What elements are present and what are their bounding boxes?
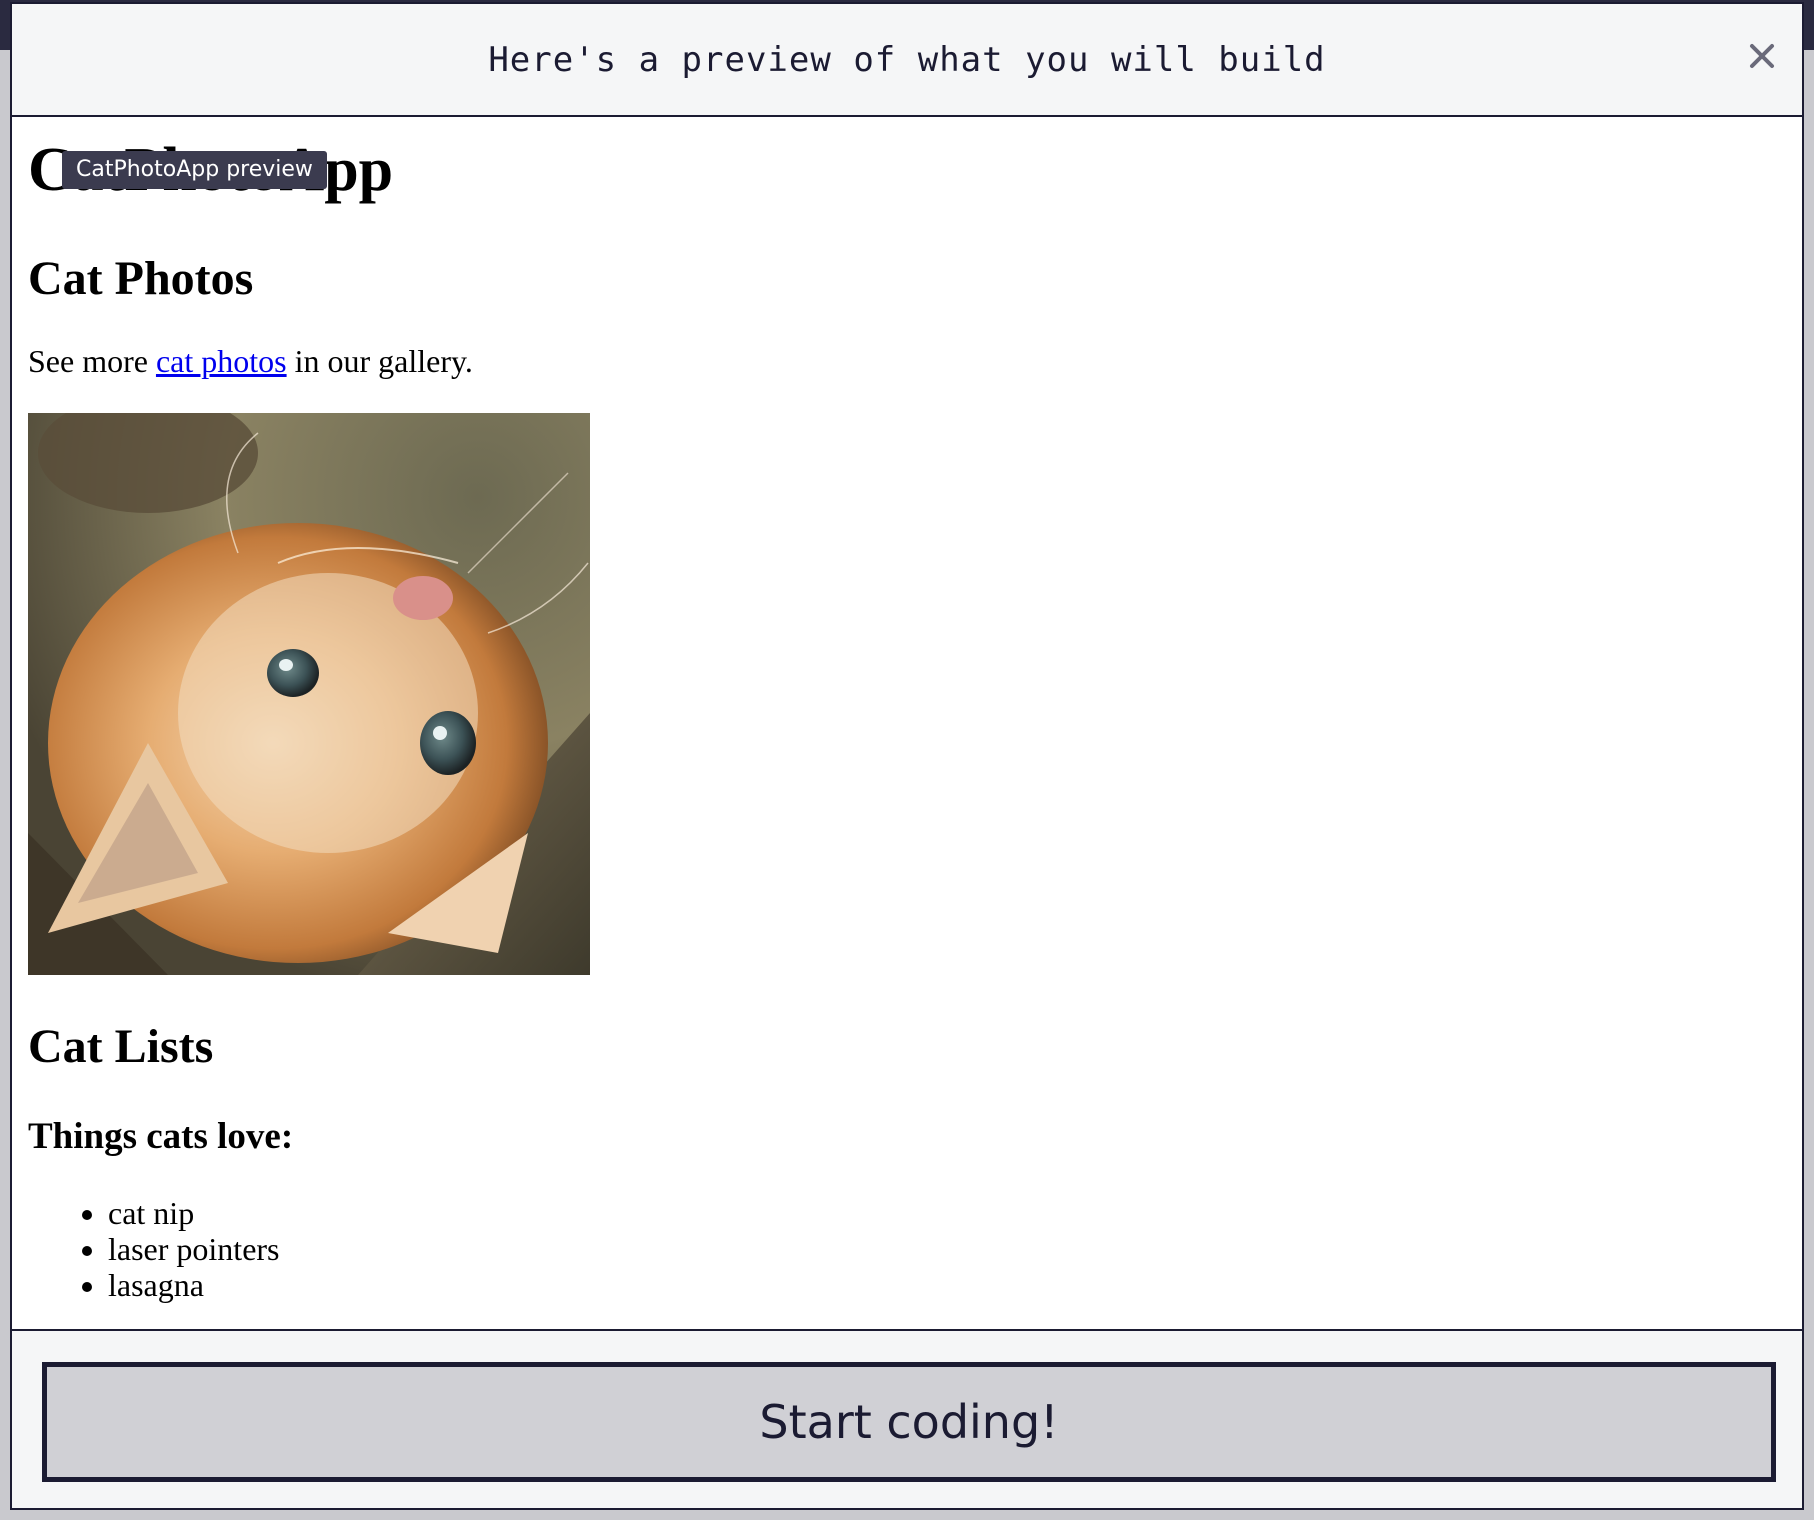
things-cats-love-heading: Things cats love: bbox=[28, 1116, 294, 1157]
cat-photos-link[interactable]: cat photos bbox=[156, 343, 287, 379]
preview-modal: Here's a preview of what you will build … bbox=[10, 2, 1804, 1510]
modal-header: Here's a preview of what you will build bbox=[12, 4, 1802, 117]
gallery-text-after: in our gallery. bbox=[286, 343, 473, 379]
preview-tooltip: CatPhotoApp preview bbox=[62, 151, 327, 190]
cat-lists-heading: Cat Lists bbox=[28, 1020, 214, 1073]
list-item: cat nip bbox=[108, 1195, 280, 1231]
list-item: lasagna bbox=[108, 1267, 280, 1303]
cat-photos-heading: Cat Photos bbox=[28, 252, 254, 305]
modal-footer: Start coding! bbox=[12, 1329, 1802, 1508]
preview-frame: CatPhotoApp CatPhotoApp preview Cat Phot… bbox=[12, 117, 1802, 1329]
gallery-paragraph: See more cat photos in our gallery. bbox=[28, 345, 473, 377]
gallery-text-before: See more bbox=[28, 343, 156, 379]
things-cats-love-list: cat nip laser pointers lasagna bbox=[28, 1195, 280, 1303]
start-coding-button[interactable]: Start coding! bbox=[42, 1362, 1776, 1482]
list-item: laser pointers bbox=[108, 1231, 280, 1267]
modal-title: Here's a preview of what you will build bbox=[488, 39, 1326, 80]
cat-photo-image bbox=[28, 413, 590, 975]
close-button[interactable] bbox=[1740, 34, 1784, 78]
close-icon bbox=[1750, 44, 1774, 68]
